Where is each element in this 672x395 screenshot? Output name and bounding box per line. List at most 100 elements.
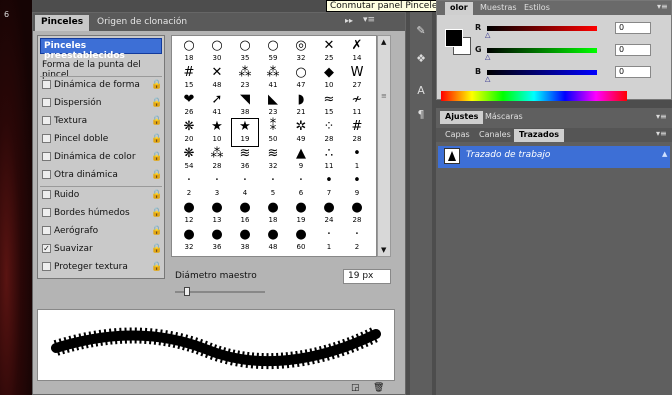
- scroll-down-icon[interactable]: ▼: [381, 246, 386, 254]
- brush-tip-cell[interactable]: ⁘ 28: [316, 119, 342, 146]
- lock-icon[interactable]: 🔒: [151, 190, 162, 200]
- slider-triangle-icon[interactable]: △: [485, 75, 490, 83]
- lock-icon[interactable]: 🔒: [151, 80, 162, 90]
- brush-tip-cell[interactable]: ◆ 10: [316, 65, 342, 92]
- paragraph-icon[interactable]: ¶: [412, 106, 430, 124]
- lock-icon[interactable]: 🔒: [151, 244, 162, 254]
- brush-tip-cell[interactable]: ≋ 36: [232, 146, 258, 173]
- foreground-color-swatch[interactable]: [445, 29, 463, 47]
- brush-option-1[interactable]: Dinámica de forma 🔒: [40, 78, 162, 94]
- brush-tip-cell[interactable]: · 3: [204, 173, 230, 200]
- brush-tip-cell[interactable]: ● 18: [260, 200, 286, 227]
- brush-tip-cell[interactable]: ○ 35: [232, 38, 258, 65]
- checkbox[interactable]: [42, 190, 51, 199]
- checkbox[interactable]: [42, 170, 51, 179]
- brush-tip-cell[interactable]: ● 19: [288, 200, 314, 227]
- brush-tip-cell[interactable]: ● 48: [260, 227, 286, 254]
- brush-tip-cell[interactable]: ✕ 25: [316, 38, 342, 65]
- brush-panel-toggle-icon[interactable]: ✎: [412, 22, 430, 40]
- brush-tip-cell[interactable]: ≁ 11: [344, 92, 370, 119]
- brush-tip-cell[interactable]: ● 32: [176, 227, 202, 254]
- tab-muestras[interactable]: Muestras: [475, 2, 522, 15]
- character-icon[interactable]: A: [412, 82, 430, 100]
- brush-tip-cell[interactable]: ○ 30: [204, 38, 230, 65]
- brush-option-10[interactable]: ✓ Suavizar 🔒: [40, 242, 162, 258]
- color-slider-track[interactable]: [487, 26, 597, 31]
- brush-tip-cell[interactable]: ● 28: [344, 200, 370, 227]
- brush-tip-cell[interactable]: · 1: [316, 227, 342, 254]
- brush-tip-cell[interactable]: W 27: [344, 65, 370, 92]
- brush-option-6[interactable]: Otra dinámica 🔒: [40, 168, 162, 184]
- brush-option-11[interactable]: Proteger textura 🔒: [40, 260, 162, 276]
- brush-tip-cell[interactable]: ⁂ 23: [232, 65, 258, 92]
- path-item-work-path[interactable]: Trazado de trabajo: [438, 146, 670, 168]
- brush-tip-cell[interactable]: · 2: [344, 227, 370, 254]
- brush-option-4[interactable]: Pincel doble 🔒: [40, 132, 162, 148]
- brush-tip-cell[interactable]: ⁂ 41: [260, 65, 286, 92]
- brush-tip-cell[interactable]: ✕ 48: [204, 65, 230, 92]
- checkbox[interactable]: [42, 80, 51, 89]
- panel-menu-icon[interactable]: ▾≡: [656, 129, 667, 138]
- master-diameter-field[interactable]: 19 px: [343, 269, 391, 284]
- slider-triangle-icon[interactable]: △: [485, 53, 490, 61]
- brush-tip-cell[interactable]: • 1: [344, 146, 370, 173]
- brush-tip-cell[interactable]: ◎ 32: [288, 38, 314, 65]
- brush-tip-cell[interactable]: ○ 18: [176, 38, 202, 65]
- brush-tip-cell[interactable]: • 7: [316, 173, 342, 200]
- color-value-field[interactable]: 0: [615, 66, 651, 78]
- color-value-field[interactable]: 0: [615, 22, 651, 34]
- checkbox[interactable]: [42, 262, 51, 271]
- brush-tip-cell[interactable]: ○ 59: [260, 38, 286, 65]
- brush-tip-cell[interactable]: ● 16: [232, 200, 258, 227]
- brush-tip-cell[interactable]: ◣ 23: [260, 92, 286, 119]
- checkbox[interactable]: [42, 116, 51, 125]
- brush-tip-cell[interactable]: ≈15: [316, 92, 342, 119]
- master-diameter-slider-knob[interactable]: [183, 287, 190, 296]
- color-slider-track[interactable]: [487, 48, 597, 53]
- brush-tip-cell[interactable]: ▲ 9: [288, 146, 314, 173]
- brush-tip-cell[interactable]: ✲ 49: [288, 119, 314, 146]
- scroll-up-icon[interactable]: ▲: [381, 38, 386, 46]
- scroll-grip-icon[interactable]: ≡: [381, 92, 387, 100]
- brush-tip-cell[interactable]: ⁑ 50: [260, 119, 286, 146]
- lock-icon[interactable]: 🔒: [151, 152, 162, 162]
- brush-option-3[interactable]: Textura 🔒: [40, 114, 162, 130]
- brush-tip-cell[interactable]: ✗ 14: [344, 38, 370, 65]
- brush-option-9[interactable]: Aerógrafo 🔒: [40, 224, 162, 240]
- trash-icon[interactable]: 🗑: [373, 383, 384, 393]
- brush-option-0[interactable]: Forma de la punta del pincel: [40, 58, 162, 80]
- lock-icon[interactable]: 🔒: [151, 116, 162, 126]
- brush-option-8[interactable]: Bordes húmedos 🔒: [40, 206, 162, 222]
- brush-tip-cell[interactable]: · 6: [288, 173, 314, 200]
- color-value-field[interactable]: 0: [615, 44, 651, 56]
- lock-icon[interactable]: 🔒: [151, 170, 162, 180]
- tab-trazados[interactable]: Trazados: [514, 129, 564, 142]
- brush-tip-cell[interactable]: ∴ 11: [316, 146, 342, 173]
- brush-tip-cell[interactable]: · 4: [232, 173, 258, 200]
- tab-origen-clonacion[interactable]: Origen de clonación: [91, 15, 193, 31]
- lock-icon[interactable]: 🔒: [151, 208, 162, 218]
- tab-canales[interactable]: Canales: [474, 129, 516, 142]
- brush-tip-cell[interactable]: ★ 19: [231, 118, 259, 147]
- brush-tip-cell[interactable]: #15: [176, 65, 202, 92]
- brush-tip-cell[interactable]: ❤ 26: [176, 92, 202, 119]
- brush-tip-cell[interactable]: ⁂ 28: [204, 146, 230, 173]
- brush-tip-cell[interactable]: • 9: [344, 173, 370, 200]
- color-slider-track[interactable]: [487, 70, 597, 75]
- brush-tip-cell[interactable]: ≋ 32: [260, 146, 286, 173]
- tab-capas[interactable]: Capas: [440, 129, 475, 142]
- brush-tip-cell[interactable]: ◥ 38: [232, 92, 258, 119]
- brush-tip-cell[interactable]: ● 12: [176, 200, 202, 227]
- brush-grid-scrollbar[interactable]: ▲ ≡ ▼: [377, 35, 391, 257]
- scroll-up-icon[interactable]: ▲: [662, 150, 667, 158]
- document-canvas[interactable]: 6: [0, 0, 32, 395]
- brush-tip-cell[interactable]: ➚ 41: [204, 92, 230, 119]
- brush-tip-cell[interactable]: ○ 47: [288, 65, 314, 92]
- checkbox[interactable]: [42, 134, 51, 143]
- tab-pinceles[interactable]: Pinceles: [35, 15, 90, 31]
- brush-tip-cell[interactable]: ◗ 21: [288, 92, 314, 119]
- tab-mascaras[interactable]: Máscaras: [480, 111, 528, 124]
- brush-presets-button[interactable]: Pinceles preestablecidos: [40, 38, 162, 61]
- brush-tip-cell[interactable]: ● 38: [232, 227, 258, 254]
- brush-tip-cell[interactable]: ★ 10: [204, 119, 230, 146]
